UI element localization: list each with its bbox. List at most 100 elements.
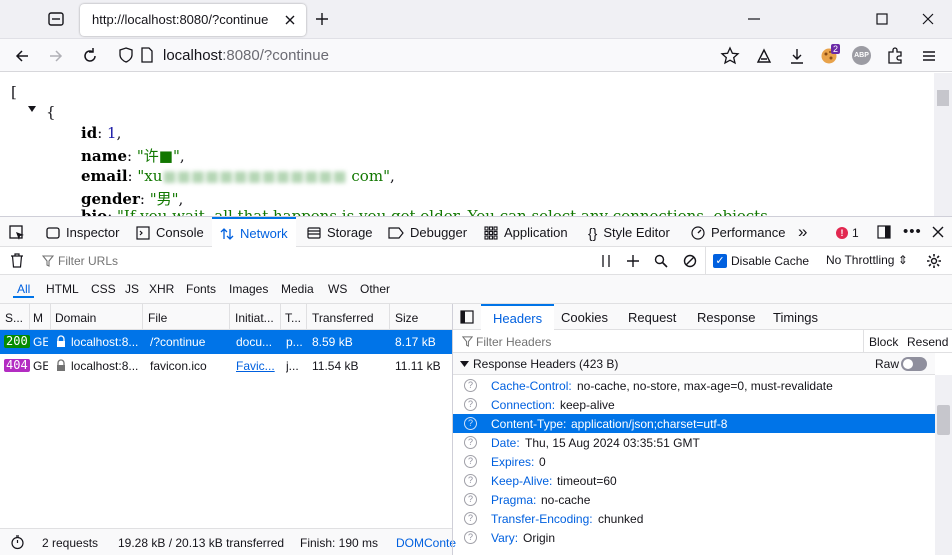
col-transferred[interactable]: Transferred — [312, 311, 388, 325]
type-media[interactable]: Media — [277, 281, 318, 298]
bookmark-star-icon[interactable] — [720, 46, 740, 66]
filter-urls-input[interactable]: Filter URLs — [58, 254, 118, 268]
error-count[interactable]: ! 1 — [836, 225, 859, 241]
expand-arrow-icon[interactable] — [460, 360, 469, 368]
type-xhr[interactable]: XHR — [145, 281, 178, 298]
tab-list-icon[interactable] — [46, 10, 66, 28]
tab-style-editor[interactable]: {} Style Editor — [586, 217, 672, 248]
col-status[interactable]: S... — [5, 311, 29, 325]
tab-cookies[interactable]: Cookies — [561, 304, 608, 330]
col-size[interactable]: Size — [395, 311, 445, 325]
col-method[interactable]: M — [33, 311, 47, 325]
toggle-sidebar-icon[interactable] — [460, 310, 474, 324]
type-other[interactable]: Other — [356, 281, 394, 298]
disable-cache-checkbox[interactable]: ✓ Disable Cache — [713, 253, 809, 269]
header-row[interactable]: ? Keep-Alive: timeout=60 — [453, 471, 935, 490]
url-text[interactable]: localhost:8080/?continue — [163, 47, 329, 64]
pause-icon[interactable] — [600, 254, 612, 268]
tab-debugger[interactable]: Debugger — [386, 217, 469, 248]
options-icon[interactable]: ••• — [903, 223, 922, 240]
settings-gear-icon[interactable] — [926, 253, 942, 269]
more-tabs-icon[interactable]: » — [798, 222, 807, 242]
tab-console[interactable]: Console — [134, 217, 206, 248]
help-icon[interactable]: ? — [464, 398, 477, 411]
dock-icon[interactable] — [876, 224, 892, 240]
browser-tab[interactable]: http://localhost:8080/?continue — [80, 4, 306, 36]
tab-application[interactable]: Application — [482, 217, 570, 248]
forward-icon[interactable] — [46, 46, 66, 66]
header-row[interactable]: ? Expires: 0 — [453, 452, 935, 471]
help-icon[interactable]: ? — [464, 531, 477, 544]
page-icon[interactable] — [140, 47, 154, 63]
help-icon[interactable]: ? — [464, 512, 477, 525]
initiator-link[interactable]: Favic... — [236, 359, 279, 373]
help-icon[interactable]: ? — [464, 455, 477, 468]
table-row[interactable]: 200 GE localhost:8... /?continue docu...… — [0, 330, 452, 354]
tab-network[interactable]: Network — [212, 217, 296, 248]
header-row[interactable]: ? Content-Type: application/json;charset=u… — [453, 414, 935, 433]
tab-performance[interactable]: Performance — [689, 217, 787, 248]
type-html[interactable]: HTML — [42, 281, 83, 298]
col-initiator[interactable]: Initiat... — [235, 311, 279, 325]
collapse-arrow-icon[interactable] — [28, 105, 36, 113]
response-headers-section[interactable]: Response Headers (423 B) Raw — [453, 353, 935, 375]
tab-storage[interactable]: Storage — [305, 217, 375, 248]
block-icon[interactable] — [683, 254, 697, 268]
filter-headers-input[interactable]: Filter Headers — [476, 335, 551, 349]
details-scrollbar[interactable] — [935, 375, 952, 555]
tab-timings[interactable]: Timings — [773, 304, 818, 330]
tab-headers[interactable]: Headers — [481, 304, 555, 330]
tab-request[interactable]: Request — [628, 304, 676, 330]
type-fonts[interactable]: Fonts — [182, 281, 220, 298]
maximize-icon[interactable] — [873, 10, 891, 28]
col-file[interactable]: File — [148, 311, 228, 325]
shield-icon[interactable] — [118, 47, 134, 63]
element-picker-icon[interactable] — [8, 224, 26, 242]
header-row[interactable]: ? Pragma: no-cache — [453, 490, 935, 509]
page-scrollbar[interactable] — [934, 73, 952, 216]
search-icon[interactable] — [654, 254, 668, 268]
url-bar[interactable]: localhost:8080/?continue — [108, 42, 708, 69]
timer-icon[interactable] — [10, 535, 25, 550]
menu-icon[interactable] — [919, 46, 939, 66]
help-icon[interactable]: ? — [464, 474, 477, 487]
type-js[interactable]: JS — [121, 281, 143, 298]
header-row[interactable]: ? Vary: Origin — [453, 528, 935, 547]
col-domain[interactable]: Domain — [55, 311, 140, 325]
close-devtools-icon[interactable] — [931, 225, 945, 239]
type-images[interactable]: Images — [225, 281, 272, 298]
block-button[interactable]: Block — [869, 335, 898, 349]
downloads-icon[interactable] — [787, 46, 807, 66]
table-row[interactable]: 404 GE localhost:8... favicon.ico Favic.… — [0, 354, 452, 378]
close-window-icon[interactable] — [919, 10, 937, 28]
details-scrollbar-thumb[interactable] — [937, 405, 950, 435]
resend-button[interactable]: Resend — [907, 335, 948, 349]
help-icon[interactable]: ? — [464, 436, 477, 449]
raw-toggle[interactable] — [901, 357, 927, 371]
pocket-icon[interactable] — [754, 46, 774, 66]
extension-button[interactable]: 2 — [820, 44, 844, 66]
add-icon[interactable] — [626, 254, 640, 268]
back-icon[interactable] — [12, 46, 32, 66]
reload-icon[interactable] — [80, 46, 100, 66]
extensions-puzzle-icon[interactable] — [885, 46, 905, 66]
help-icon[interactable]: ? — [464, 493, 477, 506]
tab-close-icon[interactable] — [282, 12, 298, 28]
adblock-icon[interactable]: ABP — [852, 46, 871, 65]
header-row[interactable]: ? Date: Thu, 15 Aug 2024 03:35:51 GMT — [453, 433, 935, 452]
col-type[interactable]: T... — [285, 311, 305, 325]
new-tab-icon[interactable] — [314, 11, 330, 27]
help-icon[interactable]: ? — [464, 417, 477, 430]
header-row[interactable]: ? Cache-Control: no-cache, no-store, max-a… — [453, 376, 935, 395]
type-all[interactable]: All — [13, 281, 35, 298]
page-scrollbar-thumb[interactable] — [937, 90, 949, 106]
throttling-select[interactable]: No Throttling ⇕ — [826, 253, 908, 267]
header-row[interactable]: ? Connection: keep-alive — [453, 395, 935, 414]
type-css[interactable]: CSS — [87, 281, 120, 298]
help-icon[interactable]: ? — [464, 379, 477, 392]
header-row[interactable]: ? Transfer-Encoding: chunked — [453, 509, 935, 528]
minimize-icon[interactable] — [745, 10, 763, 28]
tab-response[interactable]: Response — [697, 304, 756, 330]
tab-inspector[interactable]: Inspector — [44, 217, 121, 248]
trash-icon[interactable] — [10, 253, 24, 268]
